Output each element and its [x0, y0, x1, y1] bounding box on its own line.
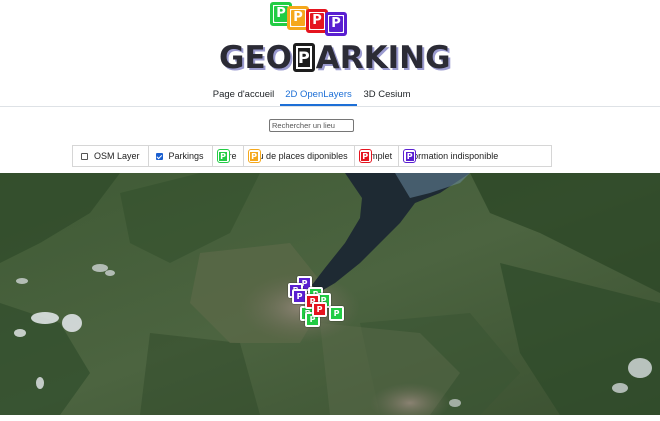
tab-page-accueil[interactable]: Page d'accueil: [207, 85, 280, 105]
parkings-layer-toggle[interactable]: Parkings: [149, 146, 213, 166]
parking-marker-complet[interactable]: P: [312, 302, 327, 317]
logo-parking-icon: P: [292, 42, 315, 72]
parking-purple-icon: P: [325, 12, 347, 36]
parking-red-icon: P: [358, 149, 372, 163]
parking-purple-icon: P: [403, 149, 417, 163]
app-logo-title: GEO P ARKING: [219, 38, 451, 78]
logo-icons: P P P P: [270, 2, 350, 36]
logo-title-left: GEO: [219, 40, 292, 76]
layer-legend-bar: OSM Layer Parkings P Libre P Peu de plac…: [72, 145, 552, 167]
legend-item-indispo: P Information indisponible: [399, 146, 504, 166]
parkings-layer-checkbox[interactable]: [155, 152, 163, 160]
nav-tabs: Page d'accueil 2D OpenLayers 3D Cesium: [0, 85, 660, 107]
legend-label-indispo: Information indisponible: [403, 151, 499, 161]
parking-orange-icon: P: [247, 149, 261, 163]
map-canvas[interactable]: P P P P P P P P P P: [0, 173, 660, 415]
legend-item-peu: P Peu de places diponibles: [244, 146, 355, 166]
tab-3d-cesium[interactable]: 3D Cesium: [357, 85, 417, 105]
osm-layer-checkbox[interactable]: [81, 152, 88, 160]
parking-green-icon: P: [216, 149, 230, 163]
logo-title-right: ARKING: [315, 40, 451, 76]
legend-item-complet: P Complet: [355, 146, 400, 166]
parkings-layer-label: Parkings: [168, 151, 204, 161]
legend-label-peu: Peu de places diponibles: [247, 151, 348, 161]
legend-item-libre: P Libre: [213, 146, 244, 166]
tab-2d-openlayers[interactable]: 2D OpenLayers: [280, 85, 357, 106]
parking-marker-libre[interactable]: P: [329, 306, 344, 321]
osm-layer-label: OSM Layer: [94, 151, 140, 161]
search-input[interactable]: [269, 119, 354, 132]
osm-layer-toggle[interactable]: OSM Layer: [73, 146, 149, 166]
